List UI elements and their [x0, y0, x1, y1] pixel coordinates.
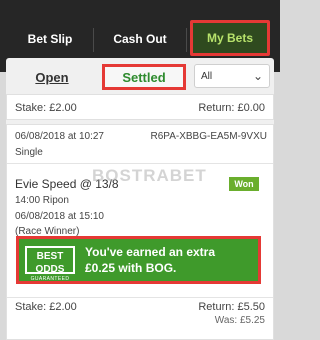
race-datetime: 06/08/2018 at 15:10 [15, 211, 104, 222]
bog-message-line2: £0.25 with BOG. [85, 261, 177, 275]
bet-type: Single [15, 147, 43, 158]
was-return-text: Was: £5.25 [214, 315, 265, 326]
bet-datetime: 06/08/2018 at 10:27 [15, 131, 104, 142]
subtab-open[interactable]: Open [26, 64, 78, 90]
my-bets-panel: Open Settled All ⌄ Stake: £2.00 Return: … [6, 58, 274, 340]
return-text: Return: £5.50 [198, 301, 265, 313]
stake-text: Stake: £2.00 [15, 102, 77, 114]
bog-logo-line2: GUARANTEED [30, 276, 70, 282]
subtab-settled[interactable]: Settled [102, 64, 186, 90]
watermark: BOSTRABET [92, 166, 207, 185]
best-odds-guaranteed-logo: BEST ODDS GUARANTEED [25, 246, 75, 282]
tab-bet-slip[interactable]: Bet Slip [8, 24, 92, 54]
race-name: 14:00 Ripon [15, 195, 69, 206]
divider [7, 297, 273, 298]
bet-reference: R6PA-XBBG-EA5M-9VXU [150, 131, 267, 142]
tab-my-bets[interactable]: My Bets [190, 20, 270, 56]
filter-value: All [201, 70, 213, 82]
bog-message: You've earned an extra £0.25 with BOG. [85, 244, 215, 276]
stake-text: Stake: £2.00 [15, 301, 77, 313]
bet-card: Stake: £2.00 Return: £0.00 [6, 94, 274, 120]
bet-filter-select[interactable]: All ⌄ [194, 64, 270, 88]
bet-card: 06/08/2018 at 10:27 R6PA-XBBG-EA5M-9VXU … [6, 124, 274, 340]
bog-banner: BEST ODDS GUARANTEED You've earned an ex… [16, 236, 261, 284]
chevron-down-icon: ⌄ [252, 69, 263, 83]
tab-cash-out[interactable]: Cash Out [96, 24, 184, 54]
bog-message-line1: You've earned an extra [85, 245, 216, 259]
status-badge: Won [229, 177, 259, 191]
divider [7, 163, 273, 164]
bog-logo-line1: BEST ODDS [35, 251, 65, 275]
return-text: Return: £0.00 [198, 102, 265, 114]
tab-divider [93, 28, 94, 52]
tab-divider [186, 28, 187, 52]
